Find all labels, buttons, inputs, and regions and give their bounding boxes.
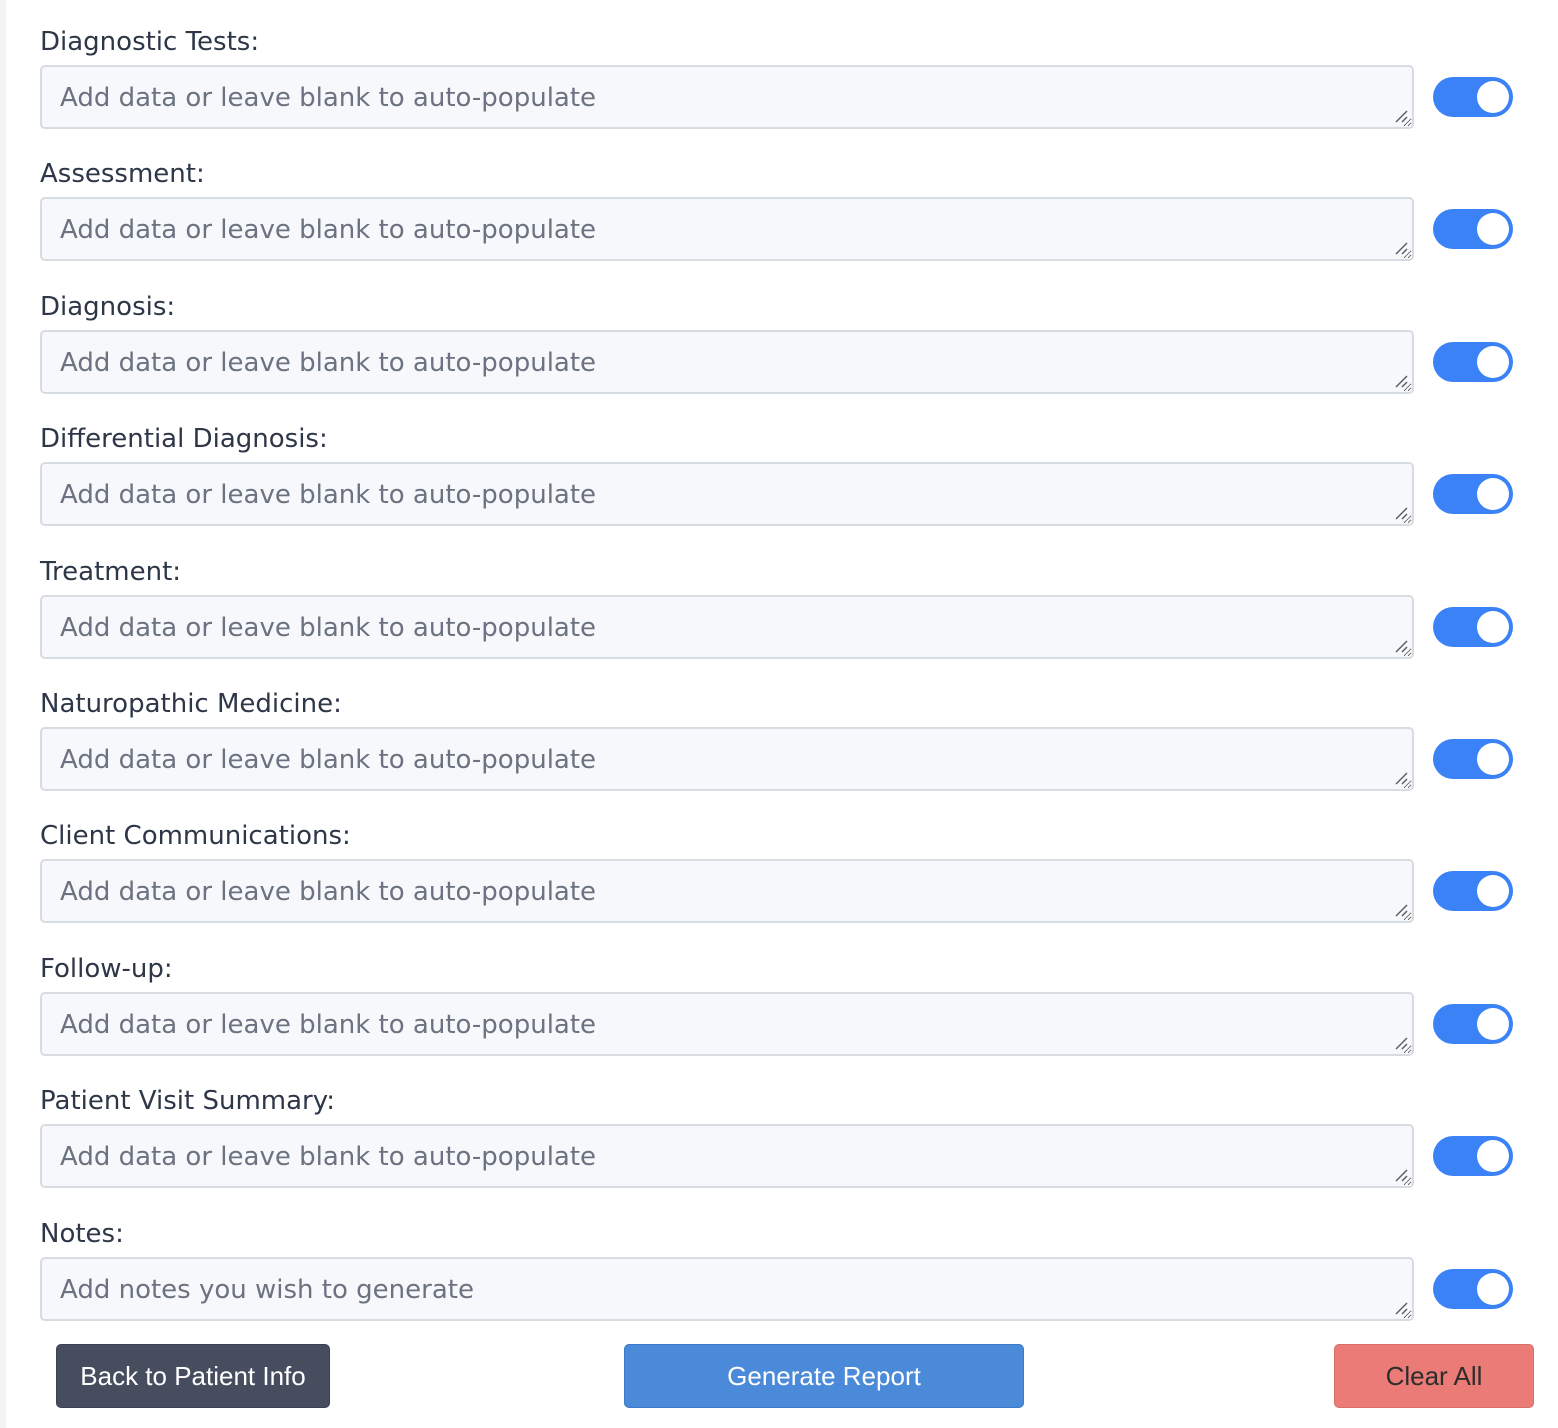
field-naturopathic-medicine: Naturopathic Medicine: <box>40 686 1516 818</box>
field-row <box>40 462 1516 527</box>
diagnosis-toggle[interactable] <box>1433 341 1513 382</box>
field-notes: Notes: <box>40 1216 1516 1348</box>
follow-up-textarea[interactable] <box>40 991 1414 1056</box>
differential-diagnosis-textarea[interactable] <box>40 462 1414 527</box>
notes-textarea[interactable] <box>40 1256 1414 1321</box>
follow-up-toggle[interactable] <box>1433 1003 1513 1044</box>
field-patient-visit-summary: Patient Visit Summary: <box>40 1083 1516 1215</box>
naturopathic-medicine-textarea[interactable] <box>40 726 1414 791</box>
field-row <box>40 65 1516 129</box>
field-label: Diagnosis: <box>40 291 176 322</box>
notes-toggle[interactable] <box>1433 1268 1513 1309</box>
naturopathic-medicine-toggle[interactable] <box>1433 738 1513 779</box>
field-row <box>40 726 1516 791</box>
field-label: Notes: <box>40 1218 124 1249</box>
client-communications-toggle[interactable] <box>1433 871 1513 912</box>
field-row <box>40 594 1516 659</box>
patient-visit-summary-textarea[interactable] <box>40 1124 1414 1189</box>
toggle-knob <box>1477 1272 1509 1305</box>
field-row <box>40 991 1516 1056</box>
field-label: Treatment: <box>40 556 182 587</box>
toggle-knob <box>1477 478 1509 511</box>
field-label: Follow-up: <box>40 953 173 984</box>
toggle-knob <box>1477 610 1509 643</box>
client-communications-textarea[interactable] <box>40 859 1414 924</box>
field-row <box>40 197 1516 262</box>
diagnosis-textarea[interactable] <box>40 329 1414 394</box>
field-label: Assessment: <box>40 159 205 190</box>
patient-visit-summary-toggle[interactable] <box>1433 1136 1513 1177</box>
toggle-knob <box>1477 345 1509 378</box>
toggle-knob <box>1477 1140 1509 1173</box>
treatment-toggle[interactable] <box>1433 606 1513 647</box>
toggle-knob <box>1477 742 1509 775</box>
report-form-page: Diagnostic Tests: Assessment: Diagnosis: <box>0 0 1558 1428</box>
diagnostic-tests-textarea[interactable] <box>40 65 1414 129</box>
field-differential-diagnosis: Differential Diagnosis: <box>40 421 1516 553</box>
report-fields-list: Diagnostic Tests: Assessment: Diagnosis: <box>40 24 1516 1348</box>
field-follow-up: Follow-up: <box>40 951 1516 1083</box>
clear-all-button[interactable]: Clear All <box>1334 1344 1534 1408</box>
field-row <box>40 329 1516 394</box>
back-to-patient-info-button[interactable]: Back to Patient Info <box>56 1344 330 1408</box>
field-label: Naturopathic Medicine: <box>40 688 342 719</box>
toggle-knob <box>1477 875 1509 908</box>
field-client-communications: Client Communications: <box>40 818 1516 950</box>
field-label: Patient Visit Summary: <box>40 1086 335 1117</box>
field-label: Client Communications: <box>40 821 351 852</box>
diagnostic-tests-toggle[interactable] <box>1433 77 1513 117</box>
toggle-knob <box>1477 1007 1509 1040</box>
field-label: Differential Diagnosis: <box>40 424 328 455</box>
field-assessment: Assessment: <box>40 156 1516 288</box>
field-row <box>40 859 1516 924</box>
treatment-textarea[interactable] <box>40 594 1414 659</box>
assessment-toggle[interactable] <box>1433 209 1513 250</box>
field-row <box>40 1124 1516 1189</box>
toggle-knob <box>1477 81 1509 113</box>
field-diagnostic-tests: Diagnostic Tests: <box>40 24 1516 156</box>
field-row <box>40 1256 1516 1321</box>
assessment-textarea[interactable] <box>40 197 1414 262</box>
field-diagnosis: Diagnosis: <box>40 289 1516 421</box>
differential-diagnosis-toggle[interactable] <box>1433 474 1513 515</box>
toggle-knob <box>1477 213 1509 246</box>
generate-report-button[interactable]: Generate Report <box>624 1344 1024 1408</box>
field-treatment: Treatment: <box>40 554 1516 686</box>
field-label: Diagnostic Tests: <box>40 27 260 57</box>
